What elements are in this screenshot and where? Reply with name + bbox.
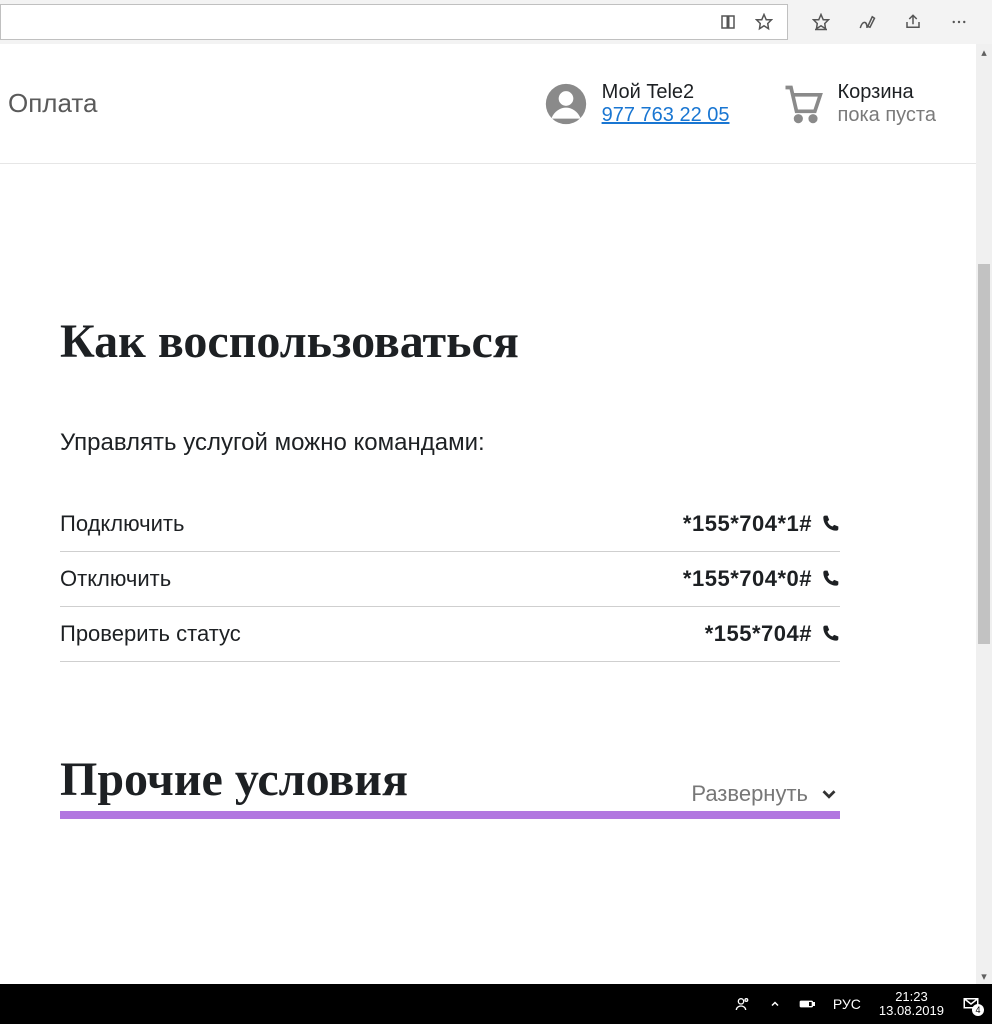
command-row: Подключить *155*704*1#: [60, 497, 840, 552]
command-code: *155*704*0#: [683, 566, 812, 592]
phone-icon[interactable]: [820, 569, 840, 589]
account-phone-link[interactable]: 977 763 22 05: [602, 104, 730, 127]
cart-label: Корзина: [838, 81, 937, 104]
reading-view-icon[interactable]: [719, 13, 737, 31]
scroll-down-icon[interactable]: ▾: [976, 968, 992, 984]
page-viewport: Оплата Мой Tele2 977 763 22 05 Корзина п…: [0, 44, 976, 984]
clock-date: 13.08.2019: [879, 1004, 944, 1018]
chevron-down-icon: [818, 783, 840, 805]
notification-badge: 4: [972, 1004, 984, 1016]
notes-icon[interactable]: [858, 13, 876, 31]
avatar-icon: [544, 82, 588, 126]
cart-icon: [780, 82, 824, 126]
notifications-icon[interactable]: 4: [962, 995, 980, 1013]
favorite-star-icon[interactable]: [755, 13, 773, 31]
command-label: Подключить: [60, 511, 184, 537]
tray-expand-icon[interactable]: [769, 998, 781, 1010]
share-icon[interactable]: [904, 13, 922, 31]
battery-icon[interactable]: [799, 996, 815, 1012]
cart-status: пока пуста: [838, 104, 937, 127]
other-conditions-section: Прочие условия Развернуть: [60, 752, 840, 819]
browser-actions: [788, 13, 992, 31]
other-title: Прочие условия: [60, 752, 408, 807]
site-header: Оплата Мой Tele2 977 763 22 05 Корзина п…: [0, 44, 976, 164]
taskbar: РУС 21:23 13.08.2019 4: [0, 984, 992, 1024]
account-block[interactable]: Мой Tele2 977 763 22 05: [544, 81, 730, 127]
scrollbar-thumb[interactable]: [978, 264, 990, 644]
cart-block[interactable]: Корзина пока пуста: [780, 81, 937, 127]
browser-chrome: [0, 0, 992, 44]
clock-time: 21:23: [895, 990, 928, 1004]
clock[interactable]: 21:23 13.08.2019: [879, 990, 944, 1019]
language-indicator[interactable]: РУС: [833, 996, 861, 1012]
phone-icon[interactable]: [820, 624, 840, 644]
command-code: *155*704*1#: [683, 511, 812, 537]
phone-icon[interactable]: [820, 514, 840, 534]
howto-title: Как воспользоваться: [60, 314, 519, 369]
expand-button[interactable]: Развернуть: [691, 781, 840, 807]
nav-payment[interactable]: Оплата: [8, 88, 97, 119]
people-icon[interactable]: [735, 996, 751, 1012]
main-content: Как воспользоваться Управлять услугой мо…: [0, 164, 900, 819]
url-bar[interactable]: [0, 4, 788, 40]
favorites-icon[interactable]: [812, 13, 830, 31]
howto-title-text: Как воспользоваться: [60, 315, 519, 368]
scroll-up-icon[interactable]: ▴: [976, 44, 992, 60]
command-code: *155*704#: [705, 621, 812, 647]
howto-intro: Управлять услугой можно командами:: [60, 429, 840, 457]
command-label: Проверить статус: [60, 621, 241, 647]
command-row: Отключить *155*704*0#: [60, 552, 840, 607]
commands-table: Подключить *155*704*1# Отключить *155*70…: [60, 497, 840, 662]
command-label: Отключить: [60, 566, 171, 592]
command-row: Проверить статус *155*704#: [60, 607, 840, 662]
scrollbar[interactable]: ▴ ▾: [976, 44, 992, 984]
account-label: Мой Tele2: [602, 81, 730, 104]
more-icon[interactable]: [950, 13, 968, 31]
expand-label: Развернуть: [691, 781, 808, 807]
